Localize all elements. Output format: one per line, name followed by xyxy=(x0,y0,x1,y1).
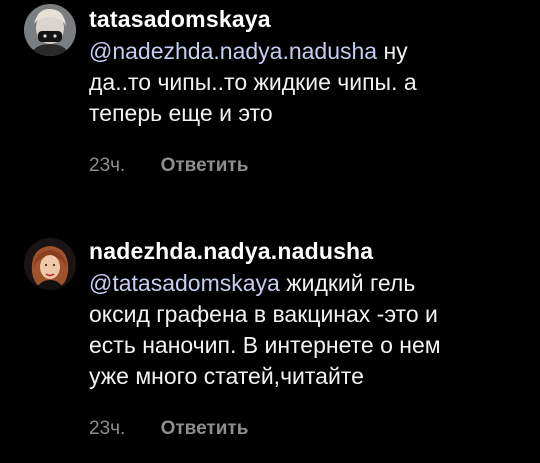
comment-text: @nadezhda.nadya.nadusha ну да..то чипы..… xyxy=(89,36,537,129)
comment-line: есть наночип. В интернете о нем xyxy=(89,332,441,358)
comment-username[interactable]: nadezhda.nadya.nadusha xyxy=(89,238,537,264)
comment-line-text: ну xyxy=(377,38,408,64)
mention-link[interactable]: @nadezhda.nadya.nadusha xyxy=(89,38,377,64)
reply-button[interactable]: Ответить xyxy=(161,155,249,177)
reply-button[interactable]: Ответить xyxy=(161,418,249,440)
user-avatar-portrait-icon xyxy=(24,238,76,290)
mention-link[interactable]: @tatasadomskaya xyxy=(89,270,280,296)
comment-timestamp: 23ч. xyxy=(89,418,126,439)
comment-line: оксид графена в вакцинах -это и xyxy=(89,301,438,327)
comment-timestamp: 23ч. xyxy=(89,155,126,176)
comment-line: @tatasadomskaya жидкий гель xyxy=(89,268,537,299)
comment-text: @tatasadomskaya жидкий гель оксид графен… xyxy=(89,268,537,392)
comment-meta: 23ч. Ответить xyxy=(89,418,537,440)
avatar[interactable] xyxy=(24,4,76,56)
comment-content: tatasadomskaya @nadezhda.nadya.nadusha н… xyxy=(89,6,537,177)
user-avatar-masked-icon xyxy=(24,4,76,56)
comment-username[interactable]: tatasadomskaya xyxy=(89,6,537,32)
comment-line: уже много статей,читайте xyxy=(89,363,364,389)
avatar[interactable] xyxy=(24,238,76,290)
comment-line: теперь еще и это xyxy=(89,100,273,126)
comment-content: nadezhda.nadya.nadusha @tatasadomskaya ж… xyxy=(89,238,537,440)
comment-line: да..то чипы..то жидкие чипы. а xyxy=(89,69,417,95)
comment-meta: 23ч. Ответить xyxy=(89,155,537,177)
comment-line: @nadezhda.nadya.nadusha ну xyxy=(89,36,537,67)
comment-line-text: жидкий гель xyxy=(279,270,416,296)
